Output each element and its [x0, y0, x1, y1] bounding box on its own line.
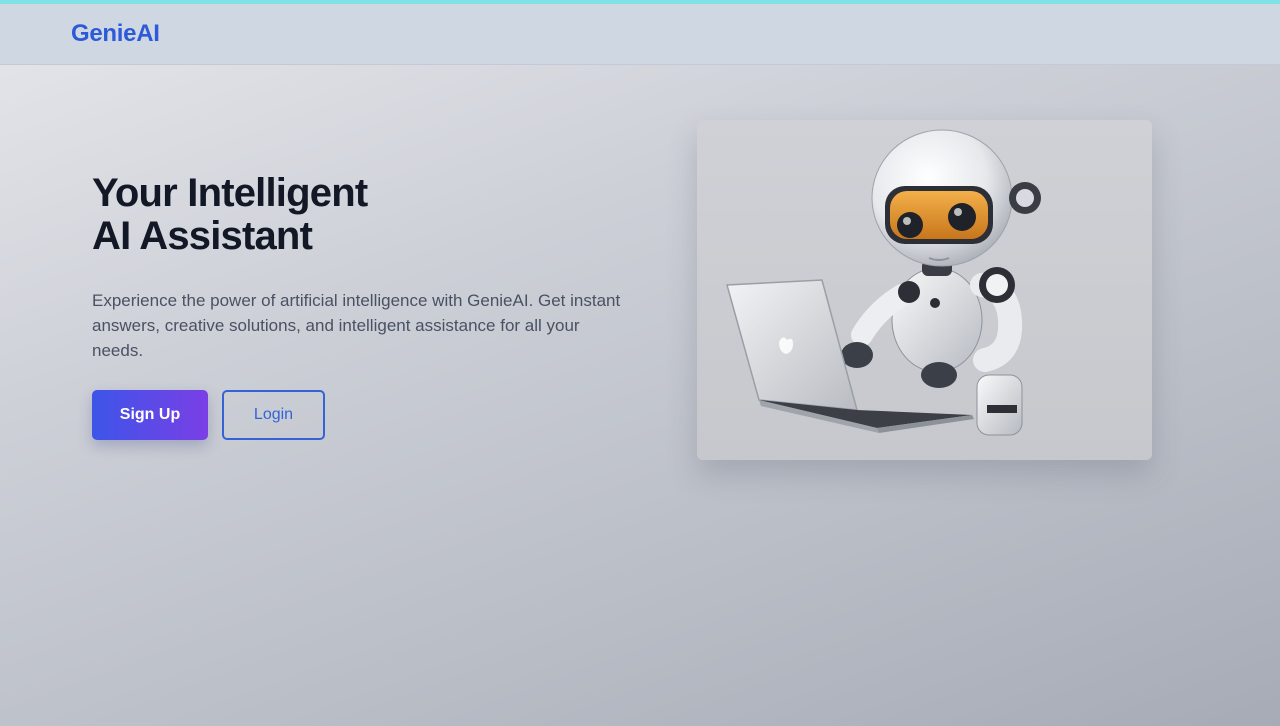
- login-button[interactable]: Login: [222, 390, 325, 440]
- signup-button[interactable]: Sign Up: [92, 390, 208, 440]
- hero-title-line-2: AI Assistant: [92, 214, 313, 258]
- hero-title-line-1: Your Intelligent: [92, 171, 368, 215]
- hero-title: Your Intelligent AI Assistant: [92, 171, 368, 258]
- robot-laptop-illustration: [726, 129, 1041, 436]
- hero-image-card: [697, 120, 1152, 460]
- brand-logo[interactable]: GenieAI: [71, 20, 160, 48]
- navbar: GenieAI: [0, 4, 1280, 65]
- hero-description: Experience the power of artificial intel…: [92, 291, 621, 360]
